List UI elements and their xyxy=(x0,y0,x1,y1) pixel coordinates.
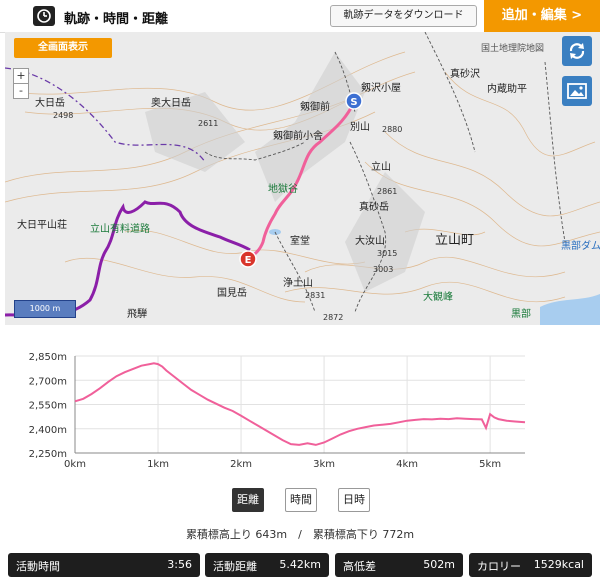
stat-elevation-diff: 高低差 502m xyxy=(335,553,463,577)
map-label: 剱沢小屋 xyxy=(361,81,401,94)
map-label: 飛騨 xyxy=(127,307,147,320)
map-label: 国見岳 xyxy=(217,287,247,299)
x-tick-label: 0km xyxy=(64,459,86,470)
stat-value: 502m xyxy=(423,558,455,571)
elevation-chart: 2,250m 2,400m 2,550m 2,700m 2,850m 0km 1km 2km 3… xyxy=(5,326,595,476)
y-tick-label: 2,850m xyxy=(29,352,67,363)
refresh-icon[interactable] xyxy=(562,36,592,66)
stat-value: 1529kcal xyxy=(533,558,584,571)
svg-text:3015: 3015 xyxy=(377,249,397,258)
map-label: 奥大日岳 xyxy=(151,96,191,109)
stat-value: 5.42km xyxy=(279,558,321,571)
x-tick-label: 4km xyxy=(396,459,418,470)
clock-icon xyxy=(33,6,55,26)
map-label: 大日岳 xyxy=(35,96,65,109)
stat-value: 3:56 xyxy=(167,558,192,571)
track-map[interactable]: S E 大日岳 奥大日岳 剱沢小屋 剱御前小舎 別山 立山 真砂岳 大汝山 室堂… xyxy=(5,32,600,325)
map-label: 真砂岳 xyxy=(359,200,389,213)
stat-label: 活動距離 xyxy=(213,560,257,573)
map-label: 大観峰 xyxy=(423,290,453,303)
svg-text:2611: 2611 xyxy=(198,119,218,128)
x-tick-label: 1km xyxy=(147,459,169,470)
x-tick-label: 3km xyxy=(313,459,335,470)
map-label: 内蔵助平 xyxy=(487,82,527,95)
svg-text:2831: 2831 xyxy=(305,291,325,300)
svg-text:2872: 2872 xyxy=(323,313,343,322)
datetime-toggle-button[interactable]: 日時 xyxy=(338,488,370,512)
add-edit-button[interactable]: 追加・編集 > xyxy=(484,0,600,32)
section-title: 軌跡・時間・距離 xyxy=(64,12,169,27)
map-label: 真砂沢 xyxy=(450,67,480,80)
map-label: 立山有料道路 xyxy=(90,222,150,235)
x-tick-label: 2km xyxy=(230,459,252,470)
stat-activity-time: 活動時間 3:56 xyxy=(8,553,200,577)
map-label: 剱御前小舎 xyxy=(273,129,323,142)
map-scale: 1000 m xyxy=(14,300,76,318)
y-tick-label: 2,250m xyxy=(29,449,67,460)
y-tick-label: 2,400m xyxy=(29,425,67,436)
svg-text:S: S xyxy=(350,97,357,108)
y-tick-label: 2,550m xyxy=(29,401,67,412)
map-label: 剱御前 xyxy=(300,100,330,113)
map-label: 室堂 xyxy=(290,234,310,247)
stat-label: 活動時間 xyxy=(16,560,60,573)
image-icon[interactable] xyxy=(562,76,592,106)
elevation-chart-svg: 2,250m 2,400m 2,550m 2,700m 2,850m 0km 1km 2km 3… xyxy=(29,352,526,470)
map-label: 黒部 xyxy=(511,307,531,320)
svg-text:3003: 3003 xyxy=(373,265,393,274)
map-label: 浄土山 xyxy=(283,276,313,289)
distance-toggle-button[interactable]: 距離 xyxy=(232,488,264,512)
elevation-summary: 累積標高上り 643m / 累積標高下り 772m xyxy=(185,528,415,541)
svg-text:2498: 2498 xyxy=(53,111,73,120)
stat-calories: カロリー 1529kcal xyxy=(469,553,592,577)
stat-activity-distance: 活動距離 5.42km xyxy=(205,553,329,577)
y-tick-label: 2,700m xyxy=(29,376,67,387)
zoom-out-button[interactable]: - xyxy=(13,83,29,99)
x-tick-label: 5km xyxy=(479,459,501,470)
map-canvas[interactable]: S E 大日岳 奥大日岳 剱沢小屋 剱御前小舎 別山 立山 真砂岳 大汝山 室堂… xyxy=(5,32,600,325)
svg-text:E: E xyxy=(245,255,252,266)
time-toggle-button[interactable]: 時間 xyxy=(285,488,317,512)
map-label: 大汝山 xyxy=(355,234,385,247)
map-label: 立山町 xyxy=(435,233,474,248)
map-label: 黒部ダム xyxy=(561,239,600,252)
map-attribution: 国土地理院地図 xyxy=(481,44,545,54)
section-header: 軌跡・時間・距離 軌跡データをダウンロード 追加・編集 > xyxy=(0,0,600,33)
map-label: 別山 xyxy=(350,121,370,133)
map-label: 大日平山荘 xyxy=(17,218,67,231)
download-track-button[interactable]: 軌跡データをダウンロード xyxy=(330,5,477,27)
stat-label: 高低差 xyxy=(343,560,376,573)
zoom-in-button[interactable]: + xyxy=(13,68,29,84)
stat-label: カロリー xyxy=(477,560,521,573)
map-label: 地獄谷 xyxy=(268,182,298,195)
svg-text:2880: 2880 xyxy=(382,125,402,134)
svg-text:2861: 2861 xyxy=(377,187,397,196)
map-label: 立山 xyxy=(371,160,391,173)
fullscreen-button[interactable]: 全画面表示 xyxy=(14,38,112,58)
